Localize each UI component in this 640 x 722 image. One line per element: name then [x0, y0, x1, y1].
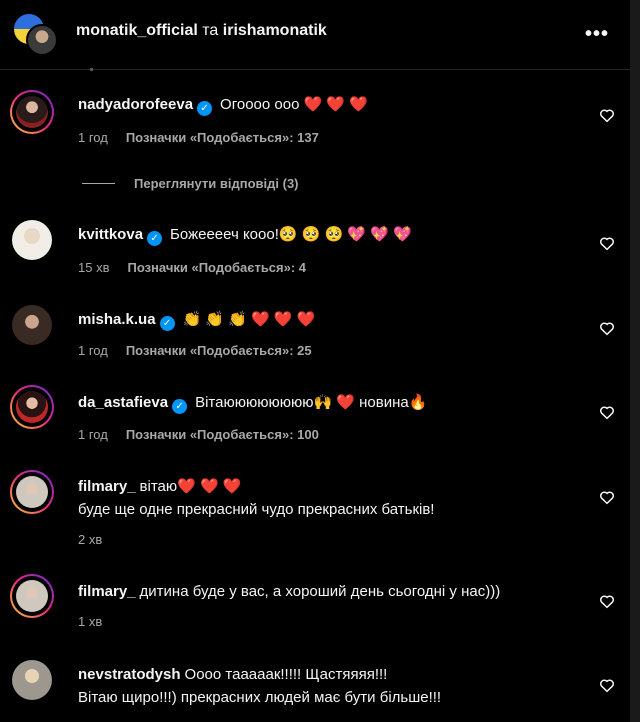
avatar[interactable]: [10, 90, 54, 134]
heart-outline-icon[interactable]: [598, 676, 616, 694]
author-joiner: та: [202, 22, 219, 39]
post-author-line: monatik_official та irishamonatik: [76, 22, 327, 40]
heart-outline-icon[interactable]: [598, 488, 616, 506]
comment-text: Вітаю щиро!!!) прекрасних людей має бути…: [78, 689, 442, 706]
comment-likes[interactable]: Позначки «Подобається»: 100: [126, 427, 319, 442]
avatar[interactable]: [26, 24, 58, 56]
comment-username[interactable]: misha.k.ua: [78, 311, 156, 328]
post-header: monatik_official та irishamonatik •••: [0, 0, 630, 71]
background-edge: [630, 0, 640, 722]
comment-text: Огоооо ооо ❤️ ❤️ ❤️: [220, 96, 368, 113]
verified-badge-icon: ✓: [147, 231, 163, 246]
view-replies-button[interactable]: Переглянути відповіді (3): [82, 176, 299, 191]
comment-text: дитина буде у вас, а хороший день сьогод…: [139, 583, 501, 600]
comment-time: 1 хв: [78, 614, 103, 629]
comment-line: nadyadorofeeva ✓ Огоооо ооо ❤️ ❤️ ❤️: [78, 95, 368, 116]
comment-username[interactable]: nevstratodysh: [78, 666, 181, 683]
comment-line: filmary_ вітаю❤️ ❤️ ❤️: [78, 477, 242, 497]
comment-meta: 1 год Позначки «Подобається»: 25: [78, 343, 312, 358]
comment-meta: 1 хв: [78, 614, 102, 629]
comment-text: Божееееч кооо!🥺 🥺 🥺 💖 💖 💖: [170, 226, 412, 243]
author-username[interactable]: monatik_official: [76, 22, 198, 39]
heart-outline-icon[interactable]: [598, 234, 616, 252]
divider-speck: [90, 68, 93, 71]
comment-text: Вітаюююююююю🙌 ❤️ новина🔥: [195, 394, 428, 411]
comment-meta: 1 год Позначки «Подобається»: 137: [78, 130, 319, 145]
comment-line: misha.k.ua ✓ 👏 👏 👏 ❤️ ❤️ ❤️: [78, 310, 315, 331]
heart-outline-icon[interactable]: [598, 592, 616, 610]
verified-badge-icon: ✓: [172, 399, 188, 414]
comment-username[interactable]: filmary_: [78, 478, 136, 495]
comment-line-2: буде ще одне прекрасний чудо прекрасних …: [78, 500, 434, 520]
more-horizontal-icon[interactable]: •••: [585, 24, 609, 44]
comment-time: 15 хв: [78, 260, 110, 275]
avatar[interactable]: [10, 303, 54, 347]
comment-time: 1 год: [78, 343, 108, 358]
avatar[interactable]: [10, 218, 54, 262]
comment-line: filmary_ дитина буде у вас, а хороший ден…: [78, 582, 500, 602]
avatar[interactable]: [10, 470, 54, 514]
verified-badge-icon: ✓: [159, 316, 175, 331]
heart-outline-icon[interactable]: [598, 106, 616, 124]
view-replies-label: Переглянути відповіді (3): [134, 176, 299, 191]
verified-badge-icon: ✓: [197, 101, 213, 116]
comment-username[interactable]: kvittkova: [78, 226, 143, 243]
comment-text: 👏 👏 👏 ❤️ ❤️ ❤️: [182, 311, 316, 328]
comment-text: вітаю❤️ ❤️ ❤️: [139, 478, 242, 495]
heart-outline-icon[interactable]: [598, 319, 616, 337]
coauthor-username[interactable]: irishamonatik: [223, 22, 327, 39]
comments-panel: monatik_official та irishamonatik ••• na…: [0, 0, 630, 722]
avatar[interactable]: [10, 574, 54, 618]
comment-text: буде ще одне прекрасний чудо прекрасних …: [78, 501, 435, 518]
comment-meta: 15 хв Позначки «Подобається»: 4: [78, 260, 306, 275]
comment-username[interactable]: da_astafieva: [78, 394, 168, 411]
replies-dash: [82, 183, 115, 184]
comment-likes[interactable]: Позначки «Подобається»: 25: [126, 343, 312, 358]
comment-text: Оооо таааaак!!!!! Щастяяяя!!!: [184, 666, 388, 683]
comment-likes[interactable]: Позначки «Подобається»: 4: [127, 260, 306, 275]
comment-time: 1 год: [78, 130, 108, 145]
comment-meta: 1 год Позначки «Подобається»: 100: [78, 427, 319, 442]
comment-line: da_astafieva ✓ Вітаюююююююю🙌 ❤️ новина🔥: [78, 393, 427, 414]
comment-username[interactable]: nadyadorofeeva: [78, 96, 193, 113]
comment-time: 1 год: [78, 427, 108, 442]
comment-line: nevstratodysh Оооо таааaак!!!!! Щастяяяя!…: [78, 665, 387, 685]
comment-meta: 2 хв: [78, 532, 102, 547]
comment-line-2: Вітаю щиро!!!) прекрасних людей має бути…: [78, 688, 441, 708]
heart-outline-icon[interactable]: [598, 403, 616, 421]
comment-line: kvittkova ✓ Божееееч кооо!🥺 🥺 🥺 💖 💖 💖: [78, 225, 412, 246]
avatar[interactable]: [10, 385, 54, 429]
avatar[interactable]: [10, 658, 54, 702]
comment-time: 2 хв: [78, 532, 103, 547]
comment-username[interactable]: filmary_: [78, 583, 136, 600]
comment-likes[interactable]: Позначки «Подобається»: 137: [126, 130, 319, 145]
